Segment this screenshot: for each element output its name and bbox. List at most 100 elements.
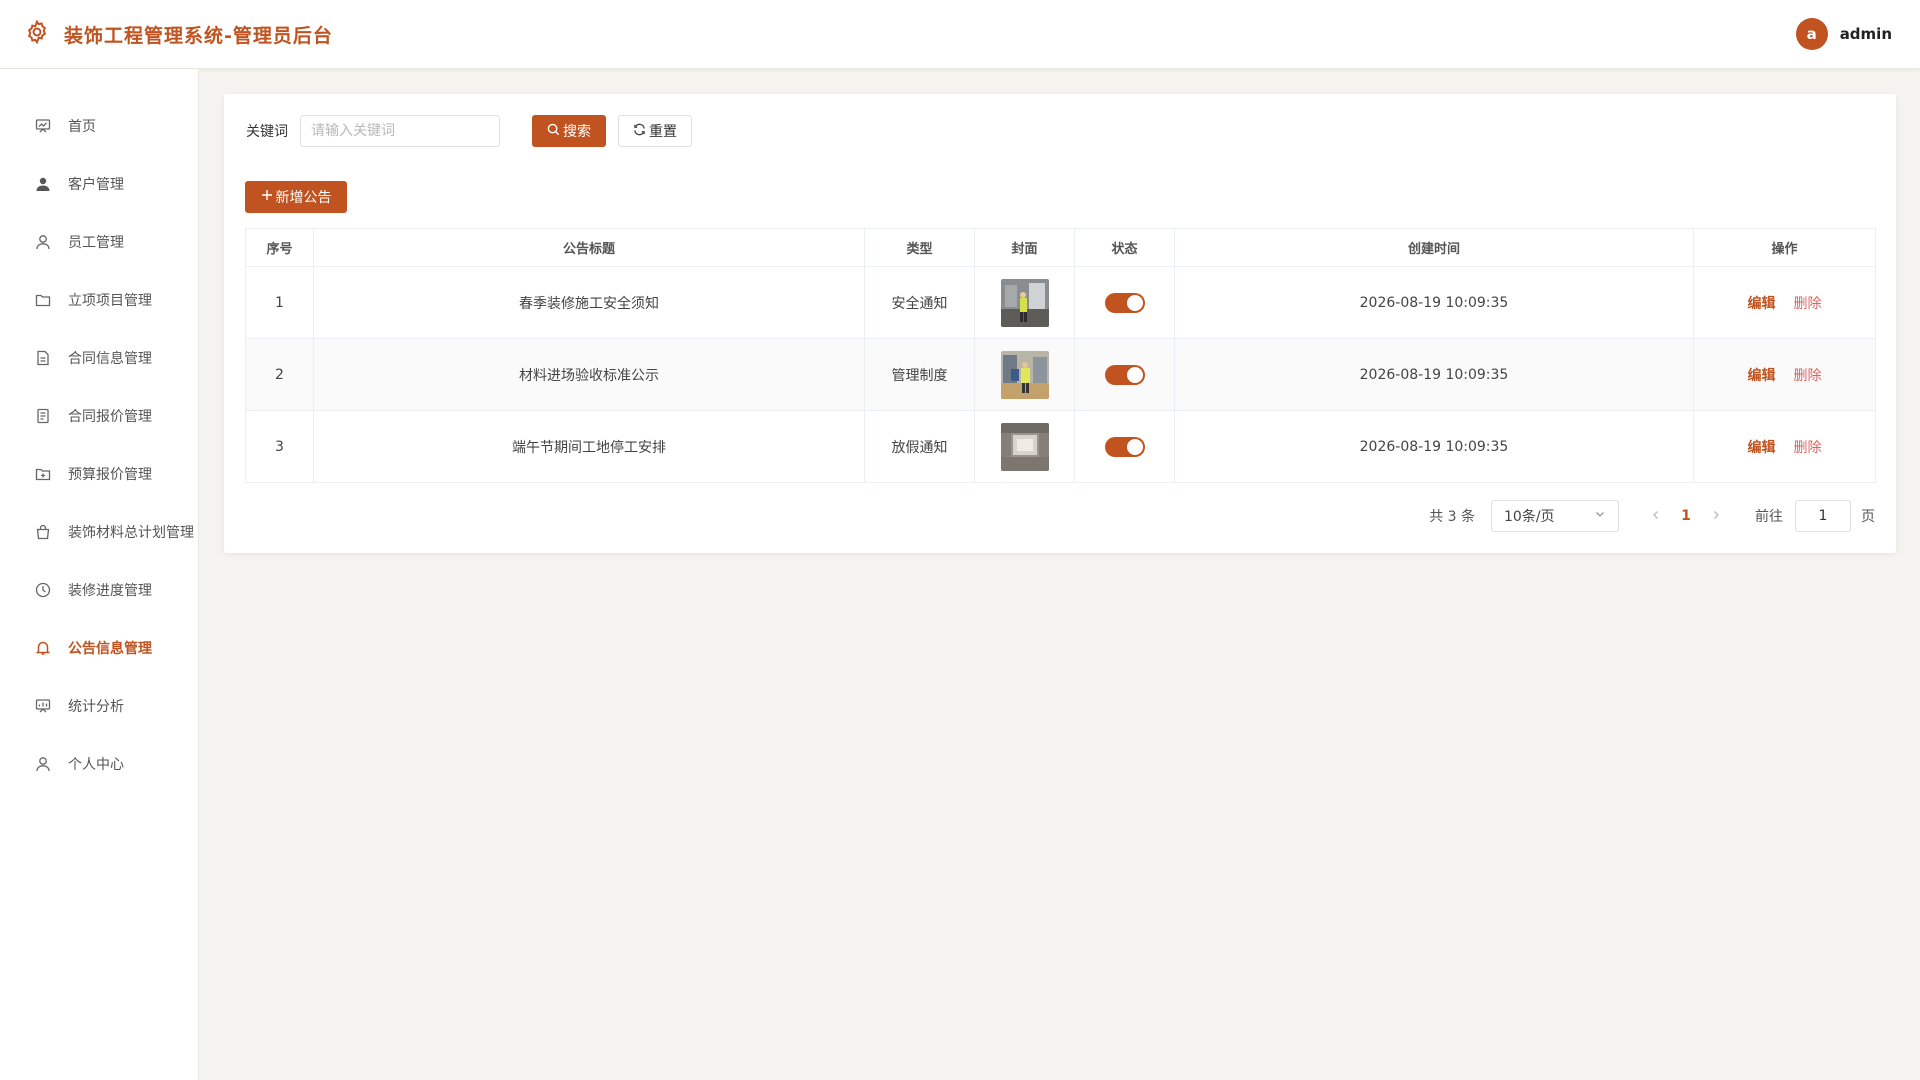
cover-thumbnail[interactable] (1000, 350, 1049, 399)
row-cover-cell (974, 266, 1075, 339)
delete-link[interactable]: 删除 (1794, 437, 1822, 457)
bell-icon (34, 639, 52, 657)
next-page-button[interactable] (1701, 508, 1731, 524)
row-index: 2 (245, 338, 314, 411)
pagination: 共 3 条 10条/页 1 前往 页 (1429, 500, 1875, 532)
sidebar-item-profile[interactable]: 个人中心 (0, 735, 198, 793)
sidebar-item-label: 立项项目管理 (68, 293, 152, 309)
keyword-input[interactable] (300, 115, 500, 147)
row-status-cell (1074, 266, 1175, 339)
dashboard-icon (34, 117, 52, 135)
avatar[interactable]: a (1795, 18, 1828, 50)
sidebar-item-label: 公告信息管理 (68, 641, 152, 657)
edit-link[interactable]: 编辑 (1748, 293, 1776, 313)
search-button[interactable]: 搜索 (532, 115, 606, 147)
status-toggle[interactable] (1104, 292, 1145, 313)
sidebar-item-contracts[interactable]: 合同信息管理 (0, 329, 198, 387)
sidebar: 首页 客户管理 员工管理 立项项目管理 合同信息管理 合同报价管理 预算报价管理… (0, 69, 199, 1080)
sidebar-item-customers[interactable]: 客户管理 (0, 155, 198, 213)
delete-link[interactable]: 删除 (1794, 365, 1822, 385)
user-icon (34, 233, 52, 251)
chevron-right-icon (1714, 511, 1719, 519)
sidebar-item-announcements[interactable]: 公告信息管理 (0, 619, 198, 677)
column-header-status: 状态 (1074, 228, 1175, 267)
row-actions: 编辑 删除 (1693, 410, 1876, 483)
row-title: 材料进场验收标准公示 (313, 338, 865, 411)
row-index: 3 (245, 410, 314, 483)
gear-icon (24, 19, 50, 49)
column-header-actions: 操作 (1693, 228, 1876, 267)
sidebar-item-label: 个人中心 (68, 757, 124, 773)
sidebar-item-label: 首页 (68, 119, 96, 135)
status-toggle[interactable] (1104, 436, 1145, 457)
folder-add-icon (34, 465, 52, 483)
sidebar-item-label: 员工管理 (68, 235, 124, 251)
sidebar-item-label: 装修进度管理 (68, 583, 152, 599)
page-number-current[interactable]: 1 (1671, 508, 1701, 524)
page-size-select[interactable]: 10条/页 (1491, 500, 1619, 532)
page-size-value: 10条/页 (1504, 509, 1555, 525)
folder-icon (34, 291, 52, 309)
chevron-down-icon (1594, 508, 1606, 524)
prev-page-button[interactable] (1641, 508, 1671, 524)
sidebar-item-label: 统计分析 (68, 699, 124, 715)
row-cover-cell (974, 338, 1075, 411)
reset-button[interactable]: 重置 (618, 115, 692, 147)
document-icon (34, 349, 52, 367)
row-cover-cell (974, 410, 1075, 483)
user-menu[interactable]: a admin (1795, 18, 1892, 50)
sidebar-item-label: 合同信息管理 (68, 351, 152, 367)
row-actions: 编辑 删除 (1693, 266, 1876, 339)
row-title: 端午节期间工地停工安排 (313, 410, 865, 483)
pagination-total: 共 3 条 (1429, 509, 1475, 525)
search-button-label: 搜索 (563, 124, 591, 140)
clock-icon (34, 581, 52, 599)
sidebar-item-budget[interactable]: 预算报价管理 (0, 445, 198, 503)
plus-icon (261, 189, 273, 205)
document-list-icon (34, 407, 52, 425)
row-created: 2026-08-19 10:09:35 (1174, 410, 1694, 483)
status-toggle[interactable] (1104, 364, 1145, 385)
search-bar: 关键词 搜索 重置 (246, 115, 692, 147)
column-header-title: 公告标题 (313, 228, 865, 267)
sidebar-item-contract-quotes[interactable]: 合同报价管理 (0, 387, 198, 445)
goto-label: 前往 (1755, 509, 1783, 525)
shopping-bag-icon (34, 523, 52, 541)
column-header-created: 创建时间 (1174, 228, 1694, 267)
row-status-cell (1074, 410, 1175, 483)
edit-link[interactable]: 编辑 (1748, 437, 1776, 457)
sidebar-item-employees[interactable]: 员工管理 (0, 213, 198, 271)
app-title: 装饰工程管理系统-管理员后台 (64, 24, 333, 47)
column-header-cover: 封面 (974, 228, 1075, 267)
sidebar-item-label: 客户管理 (68, 177, 124, 193)
sidebar-item-home[interactable]: 首页 (0, 97, 198, 155)
edit-link[interactable]: 编辑 (1748, 365, 1776, 385)
search-icon (547, 123, 560, 140)
table-row: 1 春季装修施工安全须知 安全通知 2026-08-19 10:09:35 编辑… (245, 266, 1876, 339)
row-created: 2026-08-19 10:09:35 (1174, 338, 1694, 411)
cover-thumbnail[interactable] (1000, 422, 1049, 471)
username[interactable]: admin (1840, 25, 1892, 43)
sidebar-item-projects[interactable]: 立项项目管理 (0, 271, 198, 329)
sidebar-item-label: 合同报价管理 (68, 409, 152, 425)
goto-page-input[interactable] (1795, 500, 1851, 532)
brand: 装饰工程管理系统-管理员后台 (24, 19, 333, 49)
add-announcement-button[interactable]: 新增公告 (245, 181, 347, 213)
row-status-cell (1074, 338, 1175, 411)
sidebar-item-materials[interactable]: 装饰材料总计划管理 (0, 503, 198, 561)
announcement-table: 序号 公告标题 类型 封面 状态 创建时间 操作 1 春季装修施工安全须知 安全… (245, 228, 1876, 483)
delete-link[interactable]: 删除 (1794, 293, 1822, 313)
top-header: 装饰工程管理系统-管理员后台 a admin (0, 0, 1920, 69)
cover-thumbnail[interactable] (1000, 278, 1049, 327)
row-index: 1 (245, 266, 314, 339)
add-button-label: 新增公告 (275, 190, 332, 206)
table-row: 2 材料进场验收标准公示 管理制度 2026-08-19 10:09:35 编辑… (245, 338, 1876, 411)
row-type: 放假通知 (864, 410, 975, 483)
sidebar-item-statistics[interactable]: 统计分析 (0, 677, 198, 735)
row-actions: 编辑 删除 (1693, 338, 1876, 411)
sidebar-item-progress[interactable]: 装修进度管理 (0, 561, 198, 619)
keyword-label: 关键词 (246, 124, 288, 140)
row-type: 管理制度 (864, 338, 975, 411)
row-created: 2026-08-19 10:09:35 (1174, 266, 1694, 339)
row-title: 春季装修施工安全须知 (313, 266, 865, 339)
